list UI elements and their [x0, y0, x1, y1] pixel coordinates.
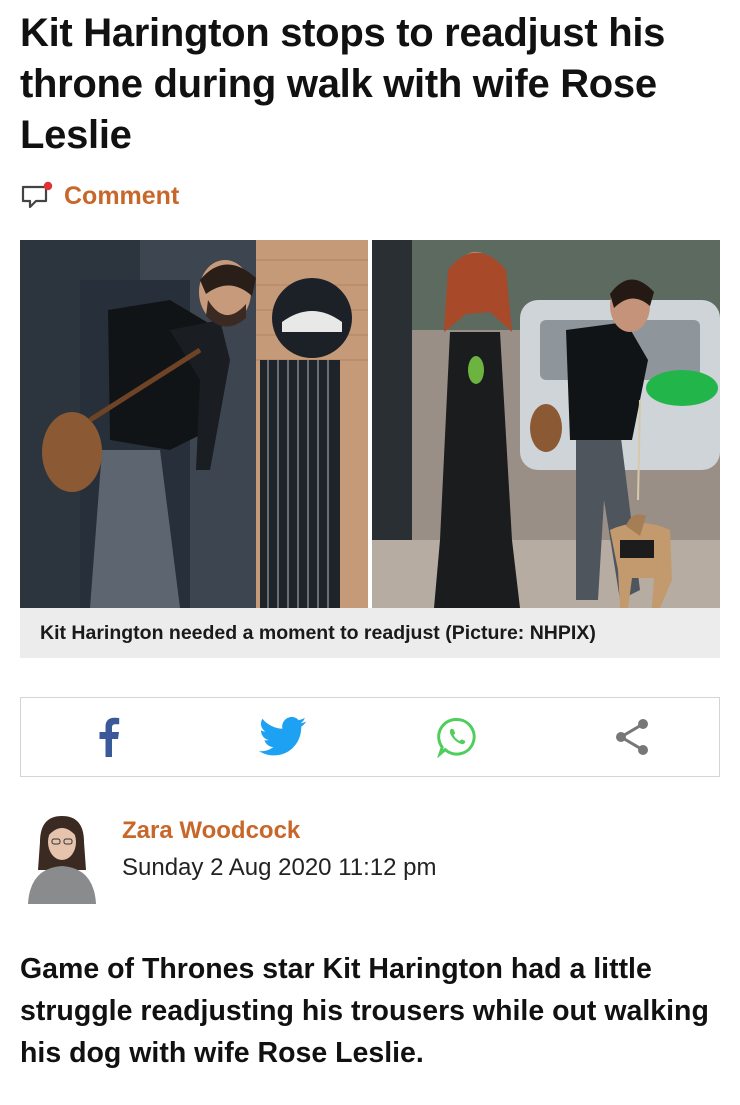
share-bar: [20, 697, 720, 777]
share-facebook-button[interactable]: [21, 698, 196, 776]
share-twitter-button[interactable]: [196, 698, 371, 776]
twitter-icon: [258, 717, 306, 756]
author-name[interactable]: Zara Woodcock: [122, 817, 300, 845]
comment-link[interactable]: Comment: [20, 178, 179, 214]
share-generic-button[interactable]: [545, 698, 720, 776]
comment-icon: [21, 181, 53, 209]
author-byline: Zara Woodcock Sunday 2 Aug 2020 11:12 pm: [20, 812, 720, 907]
whatsapp-icon: [437, 717, 476, 758]
facebook-icon: [99, 717, 120, 757]
image-caption: Kit Harington needed a moment to readjus…: [20, 608, 720, 658]
article-photo[interactable]: [20, 240, 720, 608]
share-whatsapp-button[interactable]: [370, 698, 545, 776]
article-headline: Kit Harington stops to readjust his thro…: [20, 11, 666, 157]
article-lede: Game of Thrones star Kit Harington had a…: [20, 953, 709, 1069]
article-photo-illustration: [20, 240, 720, 608]
share-icon: [615, 719, 648, 755]
comment-label: Comment: [64, 181, 180, 210]
publish-date: Sunday 2 Aug 2020 11:12 pm: [122, 854, 437, 881]
author-avatar[interactable]: [26, 812, 98, 904]
